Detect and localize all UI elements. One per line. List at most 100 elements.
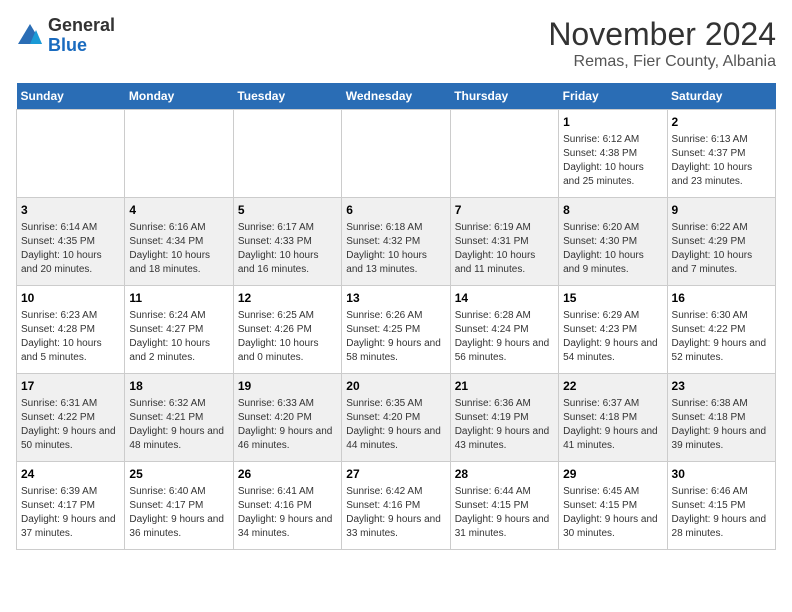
day-number: 11	[129, 290, 228, 307]
calendar-cell: 13 Sunrise: 6:26 AM Sunset: 4:25 PM Dayli…	[342, 286, 450, 374]
calendar-cell: 30 Sunrise: 6:46 AM Sunset: 4:15 PM Dayli…	[667, 462, 775, 550]
day-number: 26	[238, 466, 337, 483]
day-number: 3	[21, 202, 120, 219]
day-details: Sunrise: 6:29 AM Sunset: 4:23 PM Dayligh…	[563, 309, 662, 365]
day-details: Sunrise: 6:12 AM Sunset: 4:38 PM Dayligh…	[563, 133, 662, 189]
calendar-cell: 12Sunrise: 6:25 AM Sunset: 4:26 PM Dayli…	[233, 286, 341, 374]
day-number: 13	[346, 290, 445, 307]
day-details: Sunrise: 6:44 AM Sunset: 4:15 PM Dayligh…	[455, 485, 554, 541]
day-details: Sunrise: 6:41 AM Sunset: 4:16 PM Dayligh…	[238, 485, 337, 541]
day-details: Sunrise: 6:42 AM Sunset: 4:16 PM Dayligh…	[346, 485, 445, 541]
day-details: Sunrise: 6:20 AM Sunset: 4:30 PM Dayligh…	[563, 221, 662, 277]
calendar-cell	[125, 110, 233, 198]
day-number: 5	[238, 202, 337, 219]
day-details: Sunrise: 6:13 AM Sunset: 4:37 PM Dayligh…	[672, 133, 771, 189]
day-details: Sunrise: 6:40 AM Sunset: 4:17 PM Dayligh…	[129, 485, 228, 541]
day-details: Sunrise: 6:33 AM Sunset: 4:20 PM Dayligh…	[238, 397, 337, 453]
page-subtitle: Remas, Fier County, Albania	[548, 53, 776, 71]
week-row-3: 17 Sunrise: 6:31 AM Sunset: 4:22 PM Dayli…	[17, 374, 776, 462]
calendar-cell: 3Sunrise: 6:14 AM Sunset: 4:35 PM Daylig…	[17, 198, 125, 286]
calendar-cell: 5 Sunrise: 6:17 AM Sunset: 4:33 PM Daylig…	[233, 198, 341, 286]
calendar-cell	[450, 110, 558, 198]
day-number: 18	[129, 378, 228, 395]
day-number: 23	[672, 378, 771, 395]
day-details: Sunrise: 6:19 AM Sunset: 4:31 PM Dayligh…	[455, 221, 554, 277]
day-number: 27	[346, 466, 445, 483]
page-header: General Blue November 2024 Remas, Fier C…	[16, 16, 776, 71]
header-sunday: Sunday	[17, 83, 125, 110]
day-details: Sunrise: 6:25 AM Sunset: 4:26 PM Dayligh…	[238, 309, 337, 365]
day-details: Sunrise: 6:22 AM Sunset: 4:29 PM Dayligh…	[672, 221, 771, 277]
day-details: Sunrise: 6:46 AM Sunset: 4:15 PM Dayligh…	[672, 485, 771, 541]
week-row-2: 10Sunrise: 6:23 AM Sunset: 4:28 PM Dayli…	[17, 286, 776, 374]
page-title: November 2024	[548, 16, 776, 53]
header-monday: Monday	[125, 83, 233, 110]
title-block: November 2024 Remas, Fier County, Albani…	[548, 16, 776, 71]
calendar-cell: 6Sunrise: 6:18 AM Sunset: 4:32 PM Daylig…	[342, 198, 450, 286]
calendar-cell: 29 Sunrise: 6:45 AM Sunset: 4:15 PM Dayli…	[559, 462, 667, 550]
calendar-cell: 2Sunrise: 6:13 AM Sunset: 4:37 PM Daylig…	[667, 110, 775, 198]
header-friday: Friday	[559, 83, 667, 110]
calendar-cell	[342, 110, 450, 198]
calendar-cell: 23Sunrise: 6:38 AM Sunset: 4:18 PM Dayli…	[667, 374, 775, 462]
calendar-cell: 8Sunrise: 6:20 AM Sunset: 4:30 PM Daylig…	[559, 198, 667, 286]
logo-blue: Blue	[48, 36, 115, 56]
header-row: SundayMondayTuesdayWednesdayThursdayFrid…	[17, 83, 776, 110]
calendar-cell: 26 Sunrise: 6:41 AM Sunset: 4:16 PM Dayli…	[233, 462, 341, 550]
day-details: Sunrise: 6:26 AM Sunset: 4:25 PM Dayligh…	[346, 309, 445, 365]
logo-general: General	[48, 16, 115, 36]
logo-text: General Blue	[48, 16, 115, 56]
day-number: 20	[346, 378, 445, 395]
header-tuesday: Tuesday	[233, 83, 341, 110]
calendar-header: SundayMondayTuesdayWednesdayThursdayFrid…	[17, 83, 776, 110]
header-saturday: Saturday	[667, 83, 775, 110]
day-number: 28	[455, 466, 554, 483]
day-details: Sunrise: 6:45 AM Sunset: 4:15 PM Dayligh…	[563, 485, 662, 541]
day-number: 10	[21, 290, 120, 307]
calendar-cell: 10Sunrise: 6:23 AM Sunset: 4:28 PM Dayli…	[17, 286, 125, 374]
day-details: Sunrise: 6:17 AM Sunset: 4:33 PM Dayligh…	[238, 221, 337, 277]
calendar-cell: 22 Sunrise: 6:37 AM Sunset: 4:18 PM Dayli…	[559, 374, 667, 462]
calendar-cell: 4Sunrise: 6:16 AM Sunset: 4:34 PM Daylig…	[125, 198, 233, 286]
week-row-4: 24Sunrise: 6:39 AM Sunset: 4:17 PM Dayli…	[17, 462, 776, 550]
day-details: Sunrise: 6:32 AM Sunset: 4:21 PM Dayligh…	[129, 397, 228, 453]
calendar-cell: 21 Sunrise: 6:36 AM Sunset: 4:19 PM Dayli…	[450, 374, 558, 462]
day-number: 21	[455, 378, 554, 395]
calendar-cell	[233, 110, 341, 198]
calendar-cell: 9Sunrise: 6:22 AM Sunset: 4:29 PM Daylig…	[667, 198, 775, 286]
day-details: Sunrise: 6:37 AM Sunset: 4:18 PM Dayligh…	[563, 397, 662, 453]
week-row-0: 1 Sunrise: 6:12 AM Sunset: 4:38 PM Daylig…	[17, 110, 776, 198]
day-number: 15	[563, 290, 662, 307]
calendar-table: SundayMondayTuesdayWednesdayThursdayFrid…	[16, 83, 776, 550]
day-number: 16	[672, 290, 771, 307]
day-details: Sunrise: 6:36 AM Sunset: 4:19 PM Dayligh…	[455, 397, 554, 453]
day-details: Sunrise: 6:31 AM Sunset: 4:22 PM Dayligh…	[21, 397, 120, 453]
day-number: 6	[346, 202, 445, 219]
calendar-cell: 7 Sunrise: 6:19 AM Sunset: 4:31 PM Daylig…	[450, 198, 558, 286]
day-number: 29	[563, 466, 662, 483]
day-number: 22	[563, 378, 662, 395]
logo: General Blue	[16, 16, 115, 56]
calendar-cell: 11Sunrise: 6:24 AM Sunset: 4:27 PM Dayli…	[125, 286, 233, 374]
header-thursday: Thursday	[450, 83, 558, 110]
day-number: 14	[455, 290, 554, 307]
calendar-cell: 18 Sunrise: 6:32 AM Sunset: 4:21 PM Dayli…	[125, 374, 233, 462]
calendar-cell: 1 Sunrise: 6:12 AM Sunset: 4:38 PM Daylig…	[559, 110, 667, 198]
day-number: 1	[563, 114, 662, 131]
calendar-cell: 15 Sunrise: 6:29 AM Sunset: 4:23 PM Dayli…	[559, 286, 667, 374]
week-row-1: 3Sunrise: 6:14 AM Sunset: 4:35 PM Daylig…	[17, 198, 776, 286]
day-number: 25	[129, 466, 228, 483]
header-wednesday: Wednesday	[342, 83, 450, 110]
day-number: 19	[238, 378, 337, 395]
calendar-cell: 25 Sunrise: 6:40 AM Sunset: 4:17 PM Dayli…	[125, 462, 233, 550]
day-number: 4	[129, 202, 228, 219]
day-number: 7	[455, 202, 554, 219]
calendar-cell: 16 Sunrise: 6:30 AM Sunset: 4:22 PM Dayli…	[667, 286, 775, 374]
calendar-cell: 24Sunrise: 6:39 AM Sunset: 4:17 PM Dayli…	[17, 462, 125, 550]
day-details: Sunrise: 6:30 AM Sunset: 4:22 PM Dayligh…	[672, 309, 771, 365]
day-number: 17	[21, 378, 120, 395]
day-number: 30	[672, 466, 771, 483]
calendar-cell: 14Sunrise: 6:28 AM Sunset: 4:24 PM Dayli…	[450, 286, 558, 374]
calendar-cell	[17, 110, 125, 198]
logo-icon	[16, 22, 44, 50]
